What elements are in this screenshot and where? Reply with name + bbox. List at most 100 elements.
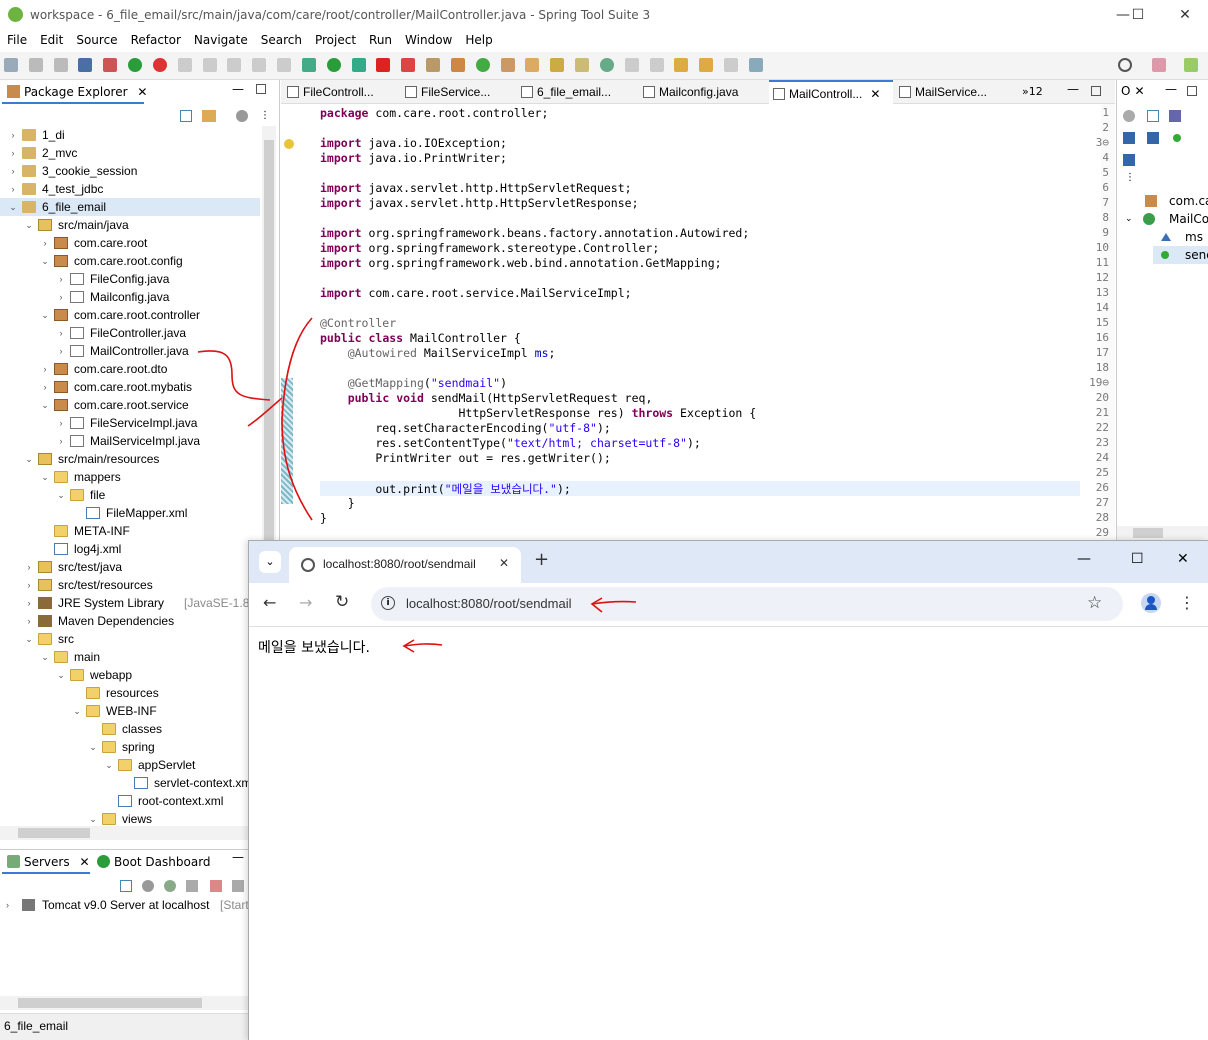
tree-item[interactable]: › com.care.root.dto: [0, 360, 260, 378]
close-icon[interactable]: ✕: [870, 87, 880, 101]
new-class-icon[interactable]: [450, 58, 465, 72]
hide-fields-icon[interactable]: [1123, 132, 1135, 144]
collapse-icon[interactable]: ⌄: [56, 666, 66, 684]
tree-item[interactable]: ⌄ com.care.root.service: [0, 396, 260, 414]
start-server-icon[interactable]: [164, 880, 176, 892]
browser-menu-icon[interactable]: ⋮: [1179, 593, 1195, 612]
collapse-icon[interactable]: ⌄: [40, 252, 50, 270]
more-icon[interactable]: ⋮: [1125, 172, 1135, 183]
spring-perspective-icon[interactable]: [1184, 58, 1198, 72]
save-icon[interactable]: [28, 58, 43, 72]
code-line[interactable]: HttpServletResponse res) throws Exceptio…: [320, 406, 756, 420]
browser-close-button[interactable]: ✕: [1177, 551, 1189, 567]
tree-item[interactable]: ⌄ WEB-INF: [0, 702, 260, 720]
tree-item[interactable]: ⌄ main: [0, 648, 260, 666]
pin-icon[interactable]: [202, 58, 217, 72]
expand-icon[interactable]: ›: [56, 288, 66, 306]
collapse-icon[interactable]: ⌄: [24, 630, 34, 648]
tree-item[interactable]: ⌄ appServlet: [0, 756, 260, 774]
profile-server-icon[interactable]: [186, 880, 198, 892]
tree-item[interactable]: root-context.xml: [0, 792, 260, 810]
code-line[interactable]: req.setCharacterEncoding("utf-8");: [320, 421, 610, 435]
expand-icon[interactable]: ›: [8, 162, 18, 180]
code-line[interactable]: @Controller: [320, 316, 396, 330]
tree-item[interactable]: ⌄ mappers: [0, 468, 260, 486]
expand-icon[interactable]: ›: [8, 126, 18, 144]
save-all-icon[interactable]: [53, 58, 68, 72]
package-explorer-tab[interactable]: Package Explorer ✕: [2, 80, 147, 104]
menu-file[interactable]: File: [0, 30, 33, 47]
outline-item-field[interactable]: ms: [1117, 228, 1208, 246]
editor-tab[interactable]: FileControll...: [283, 80, 399, 104]
new-tab-button[interactable]: +: [534, 549, 549, 570]
code-line[interactable]: package com.care.root.controller;: [320, 106, 548, 120]
last-edit-icon[interactable]: [674, 58, 689, 72]
tree-item[interactable]: ⌄ src: [0, 630, 260, 648]
code-area[interactable]: package com.care.root.controller; import …: [281, 104, 1115, 540]
expand-icon[interactable]: ›: [56, 432, 66, 450]
tree-item[interactable]: ⌄ webapp: [0, 666, 260, 684]
collapse-icon[interactable]: ⌄: [40, 468, 50, 486]
next-annotation-icon[interactable]: [624, 58, 639, 72]
collapse-icon[interactable]: ⌄: [72, 702, 82, 720]
tree-item[interactable]: classes: [0, 720, 260, 738]
tree-item[interactable]: ⌄ file: [0, 486, 260, 504]
collapse-icon[interactable]: [1147, 110, 1159, 122]
editor-tab[interactable]: FileService...: [401, 80, 515, 104]
browser-maximize-button[interactable]: ☐: [1131, 551, 1144, 567]
expand-icon[interactable]: ›: [56, 414, 66, 432]
stop-icon[interactable]: [376, 58, 391, 72]
mark-icon[interactable]: [252, 58, 267, 72]
minimize-view-icon[interactable]: —: [232, 82, 244, 96]
close-icon[interactable]: ✕: [79, 855, 89, 869]
code-line[interactable]: PrintWriter out = res.getWriter();: [320, 451, 610, 465]
prev-annotation-icon[interactable]: [649, 58, 664, 72]
search-icon[interactable]: [1118, 58, 1132, 72]
perspective-icon[interactable]: [1152, 58, 1166, 72]
tree-item[interactable]: ⌄ com.care.root.config: [0, 252, 260, 270]
tree-item[interactable]: › 4_test_jdbc: [0, 180, 260, 198]
code-line[interactable]: import org.springframework.web.bind.anno…: [320, 256, 722, 270]
address-bar[interactable]: i localhost:8080/root/sendmail ☆: [371, 587, 1123, 621]
maximize-view-icon[interactable]: [256, 84, 266, 94]
editor-tab[interactable]: MailControll... ✕: [769, 80, 893, 104]
forward-arrow-icon[interactable]: →: [299, 593, 312, 612]
globe-icon[interactable]: [599, 58, 614, 72]
collapse-all-icon[interactable]: [180, 110, 192, 122]
new-icon[interactable]: [4, 58, 18, 72]
debug-server-icon[interactable]: [142, 880, 154, 892]
publish-icon[interactable]: [232, 880, 244, 892]
bug-icon[interactable]: [301, 58, 316, 72]
editor-tab[interactable]: MailService...: [895, 80, 1015, 104]
tree-item[interactable]: servlet-context.xml: [0, 774, 260, 792]
outline-item-method[interactable]: send: [1153, 246, 1208, 264]
boot-run-icon[interactable]: [128, 58, 143, 72]
tree-item[interactable]: › Maven Dependencies: [0, 612, 260, 630]
tree-item[interactable]: › FileController.java: [0, 324, 260, 342]
expand-icon[interactable]: ›: [24, 594, 34, 612]
minimize-view-icon[interactable]: —: [1165, 82, 1177, 96]
new-package-icon[interactable]: [426, 58, 441, 72]
menu-source[interactable]: Source: [69, 30, 123, 47]
folder-icon[interactable]: [575, 58, 590, 72]
tree-item[interactable]: log4j.xml: [0, 540, 260, 558]
tree-item[interactable]: › src/test/resources: [0, 576, 260, 594]
collapse-icon[interactable]: ⌄: [56, 486, 66, 504]
tree-item[interactable]: › Mailconfig.java: [0, 288, 260, 306]
editor-tab[interactable]: Mailconfig.java: [639, 80, 767, 104]
menu-project[interactable]: Project: [308, 30, 362, 47]
collapse-icon[interactable]: ⌄: [24, 216, 34, 234]
expand-icon[interactable]: ›: [56, 342, 66, 360]
browser-minimize-button[interactable]: —: [1077, 551, 1091, 567]
expand-icon[interactable]: ›: [8, 144, 18, 162]
menu-run[interactable]: Run: [362, 30, 398, 47]
code-line[interactable]: import javax.servlet.http.HttpServletReq…: [320, 181, 632, 195]
tree-item[interactable]: ⌄ com.care.root.controller: [0, 306, 260, 324]
paragraph-icon[interactable]: [277, 58, 292, 72]
stop-server-icon[interactable]: [210, 880, 222, 892]
maximize-view-icon[interactable]: [1187, 86, 1197, 96]
minimize-editor-icon[interactable]: —: [1067, 82, 1079, 96]
tree-item[interactable]: › src/test/java: [0, 558, 260, 576]
menu-edit[interactable]: Edit: [33, 30, 69, 47]
code-line[interactable]: public class MailController {: [320, 331, 521, 345]
